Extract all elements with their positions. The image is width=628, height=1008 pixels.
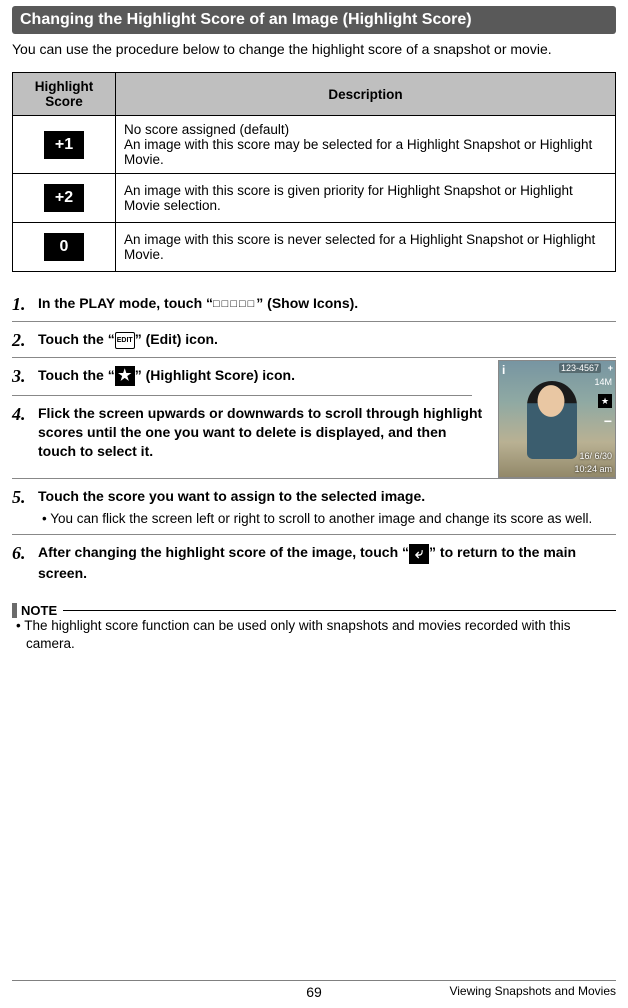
score-badge-plus1: +1 [44,131,84,159]
desc-plus1: No score assigned (default) An image wit… [116,116,616,174]
intro-text: You can use the procedure below to chang… [12,40,616,58]
th-desc: Description [116,73,616,116]
minus-icon: − [604,413,612,429]
note-label: NOTE [12,603,63,618]
step-text: Touch the “ [38,367,115,383]
table-row: 0 An image with this score is never sele… [13,223,616,272]
note-block: NOTE • The highlight score function can … [12,602,616,652]
edit-icon: EDIT [115,332,135,349]
steps-list: 1. In the PLAY mode, touch “□□□□□” (Show… [12,288,616,588]
highlight-score-table: Highlight Score Description +1 No score … [12,72,616,272]
page-footer: 69 Viewing Snapshots and Movies [12,980,616,1000]
example-screenshot: i 123-4567 + 14M ★ − 16/ 6/30 10:24 am [498,360,616,478]
footer-section-title: Viewing Snapshots and Movies [449,984,616,998]
desc-zero: An image with this score is never select… [116,223,616,272]
step-number: 5. [12,487,38,528]
step-text: After changing the highlight score of th… [38,544,409,560]
note-body: • The highlight score function can be us… [12,617,616,652]
page-number: 69 [306,984,322,1000]
step-1: 1. In the PLAY mode, touch “□□□□□” (Show… [12,288,616,321]
step-text: Flick the screen upwards or downwards to… [38,404,488,461]
image-number: 123-4567 [559,363,601,373]
plus-icon: + [608,363,613,373]
step-5: 5. Touch the score you want to assign to… [12,481,616,534]
section-title: Changing the Highlight Score of an Image… [12,6,616,34]
step-number: 1. [12,294,38,315]
highlight-score-star-icon: ★ [115,366,135,386]
step-6: 6. After changing the highlight score of… [12,537,616,588]
step-number: 3. [12,366,38,387]
table-row: +2 An image with this score is given pri… [13,174,616,223]
step-number: 2. [12,330,38,351]
step-text: ” (Show Icons). [256,295,358,311]
step-text: In the PLAY mode, touch “ [38,295,213,311]
return-arrow-icon: ⤶ [409,544,429,564]
step-2: 2. Touch the “EDIT” (Edit) icon. [12,324,616,357]
step-number: 4. [12,404,38,461]
th-score: Highlight Score [13,73,116,116]
step-text: ” (Highlight Score) icon. [135,367,295,383]
show-icons-icon: □□□□□ [213,298,256,310]
score-badge-zero: 0 [44,233,84,261]
step-text: Touch the score you want to assign to th… [38,488,425,504]
time-label: 10:24 am [574,464,612,474]
step-subtext: • You can flick the screen left or right… [38,510,616,528]
table-row: +1 No score assigned (default) An image … [13,116,616,174]
step-number: 6. [12,543,38,582]
star-icon: ★ [598,394,612,408]
resolution-label: 14M [594,377,612,387]
step-3: 3. Touch the “★” (Highlight Score) icon. [12,360,488,393]
desc-plus2: An image with this score is given priori… [116,174,616,223]
date-label: 16/ 6/30 [579,451,612,461]
info-icon: i [502,363,505,377]
score-badge-plus2: +2 [44,184,84,212]
photo-subject [527,381,577,459]
step-text: ” (Edit) icon. [135,331,218,347]
step-text: Touch the “ [38,331,115,347]
step-4: 4. Flick the screen upwards or downwards… [12,398,488,467]
